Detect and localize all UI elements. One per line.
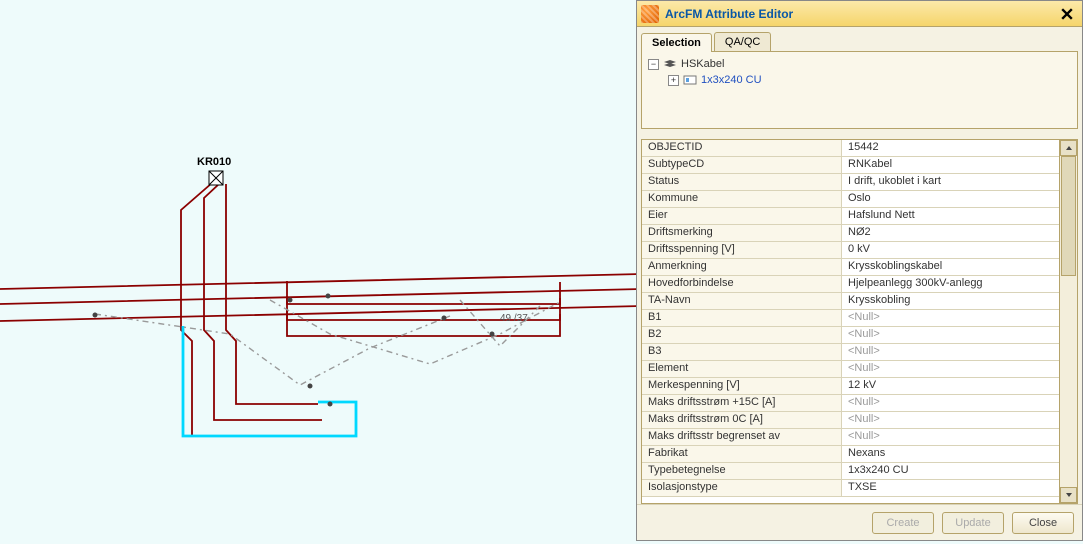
attribute-row[interactable]: FabrikatNexans xyxy=(642,446,1059,463)
update-button[interactable]: Update xyxy=(942,512,1004,534)
attribute-key: B2 xyxy=(642,327,842,343)
tab-selection[interactable]: Selection xyxy=(641,33,712,52)
attribute-value[interactable]: NØ2 xyxy=(842,225,1059,241)
attribute-key: Hovedforbindelse xyxy=(642,276,842,292)
scroll-track[interactable] xyxy=(1060,156,1077,487)
attribute-key: Kommune xyxy=(642,191,842,207)
tabs: Selection QA/QC xyxy=(637,27,1082,51)
selection-tree[interactable]: − HSKabel + 1x3x240 CU xyxy=(641,51,1078,129)
feature-icon xyxy=(683,74,697,86)
attribute-row[interactable]: AnmerkningKrysskoblingskabel xyxy=(642,259,1059,276)
scroll-up-button[interactable] xyxy=(1060,140,1077,156)
attribute-row[interactable]: SubtypeCDRNKabel xyxy=(642,157,1059,174)
attribute-row[interactable]: Maks driftsstr begrenset av<Null> xyxy=(642,429,1059,446)
node-kr010 xyxy=(209,171,223,185)
attribute-key: SubtypeCD xyxy=(642,157,842,173)
close-button-footer[interactable]: Close xyxy=(1012,512,1074,534)
attribute-value[interactable]: Hafslund Nett xyxy=(842,208,1059,224)
chevron-up-icon xyxy=(1065,144,1073,152)
tree-child-row[interactable]: + 1x3x240 CU xyxy=(648,72,1071,88)
map-label-ref: 49 /37 xyxy=(500,313,528,324)
scroll-down-button[interactable] xyxy=(1060,487,1077,503)
attribute-value[interactable]: Krysskoblingskabel xyxy=(842,259,1059,275)
attribute-value[interactable]: <Null> xyxy=(842,395,1059,411)
attribute-key: Eier xyxy=(642,208,842,224)
attribute-row[interactable]: IsolasjonstypeTXSE xyxy=(642,480,1059,497)
tree-child-label[interactable]: 1x3x240 CU xyxy=(701,74,762,86)
attribute-row[interactable]: B2<Null> xyxy=(642,327,1059,344)
attribute-row[interactable]: Merkespenning [V]12 kV xyxy=(642,378,1059,395)
attribute-value[interactable]: <Null> xyxy=(842,361,1059,377)
attribute-key: Maks driftsstrøm 0C [A] xyxy=(642,412,842,428)
attribute-row[interactable]: StatusI drift, ukoblet i kart xyxy=(642,174,1059,191)
attribute-editor-panel: ArcFM Attribute Editor Selection QA/QC −… xyxy=(636,0,1083,541)
create-button[interactable]: Create xyxy=(872,512,934,534)
attribute-row[interactable]: OBJECTID15442 xyxy=(642,140,1059,157)
attribute-row[interactable]: Element<Null> xyxy=(642,361,1059,378)
scroll-thumb[interactable] xyxy=(1061,156,1076,276)
attribute-key: Status xyxy=(642,174,842,190)
attribute-row[interactable]: B3<Null> xyxy=(642,344,1059,361)
attribute-row[interactable]: Typebetegnelse1x3x240 CU xyxy=(642,463,1059,480)
attribute-value[interactable]: 1x3x240 CU xyxy=(842,463,1059,479)
chevron-down-icon xyxy=(1065,491,1073,499)
attribute-value[interactable]: <Null> xyxy=(842,429,1059,445)
tree-root-label: HSKabel xyxy=(681,58,724,70)
arcfm-logo-icon xyxy=(641,5,659,23)
attribute-value[interactable]: <Null> xyxy=(842,310,1059,326)
attribute-grid-wrap: OBJECTID15442SubtypeCDRNKabelStatusI dri… xyxy=(641,139,1078,504)
attribute-value[interactable]: I drift, ukoblet i kart xyxy=(842,174,1059,190)
attribute-value[interactable]: Hjelpeanlegg 300kV-anlegg xyxy=(842,276,1059,292)
attribute-value[interactable]: TXSE xyxy=(842,480,1059,496)
attribute-row[interactable]: TA-NavnKrysskobling xyxy=(642,293,1059,310)
attribute-key: Maks driftsstrøm +15C [A] xyxy=(642,395,842,411)
button-bar: Create Update Close xyxy=(637,504,1082,540)
attribute-value[interactable]: Nexans xyxy=(842,446,1059,462)
attribute-row[interactable]: KommuneOslo xyxy=(642,191,1059,208)
tree-expand-icon[interactable]: + xyxy=(668,75,679,86)
attribute-row[interactable]: Maks driftsstrøm 0C [A]<Null> xyxy=(642,412,1059,429)
attribute-grid[interactable]: OBJECTID15442SubtypeCDRNKabelStatusI dri… xyxy=(642,140,1059,503)
attribute-value[interactable]: Oslo xyxy=(842,191,1059,207)
map-label-kr010: KR010 xyxy=(197,156,231,168)
tree-root-row[interactable]: − HSKabel xyxy=(648,56,1071,72)
tree-collapse-icon[interactable]: − xyxy=(648,59,659,70)
attribute-value[interactable]: <Null> xyxy=(842,412,1059,428)
titlebar: ArcFM Attribute Editor xyxy=(637,1,1082,27)
attribute-key: TA-Navn xyxy=(642,293,842,309)
attribute-value[interactable]: 15442 xyxy=(842,140,1059,156)
vertical-scrollbar[interactable] xyxy=(1059,140,1077,503)
attribute-key: Typebetegnelse xyxy=(642,463,842,479)
attribute-value[interactable]: 12 kV xyxy=(842,378,1059,394)
attribute-key: Driftsspenning [V] xyxy=(642,242,842,258)
splitter[interactable] xyxy=(641,131,1078,137)
tab-qaqc[interactable]: QA/QC xyxy=(714,32,771,51)
attribute-value[interactable]: <Null> xyxy=(842,344,1059,360)
attribute-key: Merkespenning [V] xyxy=(642,378,842,394)
close-icon xyxy=(1061,8,1073,20)
attribute-key: B1 xyxy=(642,310,842,326)
attribute-row[interactable]: Driftsspenning [V]0 kV xyxy=(642,242,1059,259)
attribute-key: Fabrikat xyxy=(642,446,842,462)
attribute-value[interactable]: Krysskobling xyxy=(842,293,1059,309)
attribute-row[interactable]: B1<Null> xyxy=(642,310,1059,327)
attribute-row[interactable]: DriftsmerkingNØ2 xyxy=(642,225,1059,242)
attribute-key: B3 xyxy=(642,344,842,360)
attribute-key: Isolasjonstype xyxy=(642,480,842,496)
attribute-row[interactable]: EierHafslund Nett xyxy=(642,208,1059,225)
close-button[interactable] xyxy=(1056,5,1078,23)
attribute-key: Driftsmerking xyxy=(642,225,842,241)
attribute-key: Element xyxy=(642,361,842,377)
attribute-value[interactable]: <Null> xyxy=(842,327,1059,343)
attribute-value[interactable]: RNKabel xyxy=(842,157,1059,173)
attribute-row[interactable]: Maks driftsstrøm +15C [A]<Null> xyxy=(642,395,1059,412)
layer-icon xyxy=(663,58,677,70)
panel-title: ArcFM Attribute Editor xyxy=(665,7,1056,21)
attribute-row[interactable]: HovedforbindelseHjelpeanlegg 300kV-anleg… xyxy=(642,276,1059,293)
attribute-key: OBJECTID xyxy=(642,140,842,156)
attribute-key: Anmerkning xyxy=(642,259,842,275)
attribute-value[interactable]: 0 kV xyxy=(842,242,1059,258)
attribute-key: Maks driftsstr begrenset av xyxy=(642,429,842,445)
